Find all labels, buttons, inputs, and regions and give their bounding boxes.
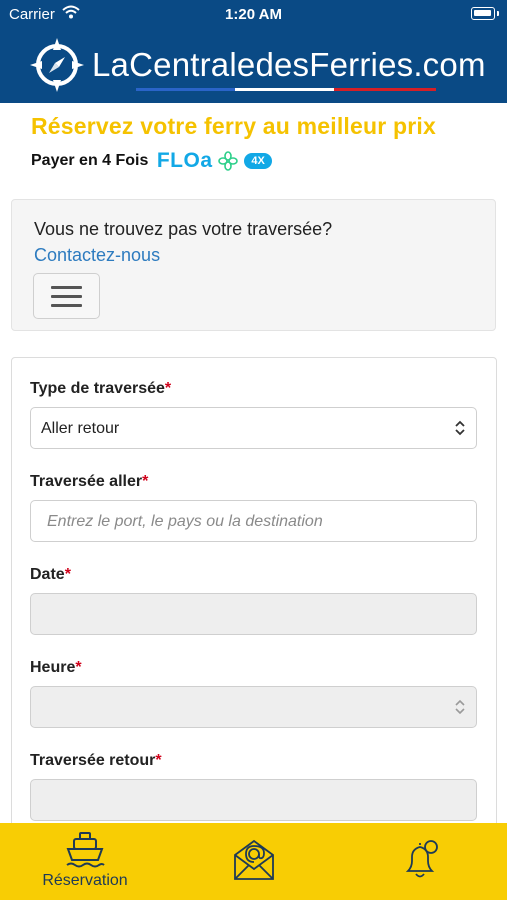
menu-toggle-button[interactable] (33, 273, 100, 319)
site-name: LaCentraledesFerries.com (92, 46, 486, 83)
email-icon (234, 839, 274, 880)
date-label: Date* (30, 566, 71, 584)
required-mark: * (142, 473, 149, 490)
menu-bar (51, 304, 82, 307)
contact-link[interactable]: Contactez-nous (34, 245, 160, 266)
promo-title: Réservez votre ferry au meilleur prix (31, 113, 436, 139)
trip-type-value: Aller retour (41, 420, 120, 437)
return-label-text: Traversée retour (30, 752, 156, 769)
bell-icon (405, 840, 438, 878)
trip-type-select[interactable]: Aller retour (30, 407, 477, 449)
payment-line: Payer en 4 Fois FLOa 4X (31, 149, 272, 173)
date-field[interactable] (30, 593, 477, 635)
bottom-tab-bar: Réservation (0, 823, 507, 900)
site-logo[interactable]: LaCentraledesFerries.com (0, 30, 507, 100)
floa-flower-icon (218, 151, 238, 171)
flag-stripe (136, 88, 436, 91)
select-arrows-icon (455, 420, 465, 436)
battery-tip (497, 11, 499, 16)
ferry-icon (66, 832, 105, 868)
required-mark: * (75, 659, 82, 676)
tab-contact[interactable] (170, 823, 337, 900)
menu-bar (51, 286, 82, 289)
tab-notifications[interactable] (337, 823, 507, 900)
time-label-text: Heure (30, 659, 76, 676)
time-label: Heure* (30, 659, 82, 677)
floa-logo: FLOa (156, 149, 213, 172)
tab-reservation-label: Réservation (42, 872, 128, 889)
outbound-label: Traversée aller* (30, 473, 148, 491)
time-select[interactable] (30, 686, 477, 728)
status-bar: Carrier 1:20 AM (0, 0, 507, 28)
required-mark: * (155, 752, 162, 769)
pay-in-4-label: Payer en 4 Fois (31, 152, 149, 169)
floa-4x-badge: 4X (244, 153, 272, 169)
required-mark: * (164, 380, 172, 397)
outbound-label-text: Traversée aller (30, 473, 143, 490)
tab-reservation[interactable]: Réservation (0, 823, 170, 900)
return-label: Traversée retour* (30, 752, 162, 770)
trip-type-label-text: Type de traversée (30, 380, 165, 397)
compass-icon (30, 38, 84, 92)
app-header: Carrier 1:20 AM LaCentraledesFerries.com (0, 0, 507, 103)
menu-bar (51, 295, 82, 298)
notice-text: Vous ne trouvez pas votre traversée? (34, 219, 333, 239)
outbound-input[interactable]: Entrez le port, le pays ou la destinatio… (30, 500, 477, 542)
contact-notice: Vous ne trouvez pas votre traversée? Con… (11, 199, 496, 331)
return-field[interactable] (30, 779, 477, 821)
date-label-text: Date (30, 566, 65, 583)
trip-type-label: Type de traversée* (30, 380, 171, 398)
status-time: 1:20 AM (225, 6, 282, 23)
select-arrows-icon (455, 699, 465, 715)
required-mark: * (64, 566, 71, 583)
battery-icon (471, 7, 495, 20)
outbound-placeholder: Entrez le port, le pays ou la destinatio… (47, 513, 323, 530)
